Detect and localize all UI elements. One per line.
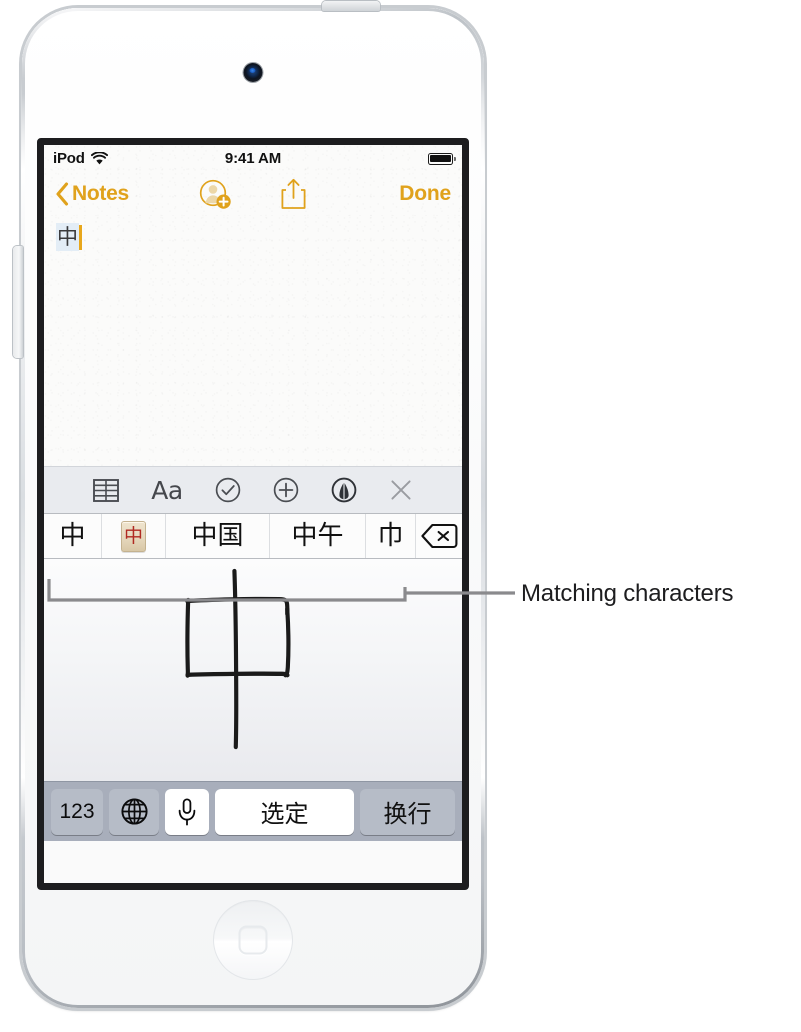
device-edge-highlight-right (481, 78, 485, 838)
notes-toolbar: Aa (44, 466, 462, 513)
return-key[interactable]: 换行 (360, 788, 455, 835)
power-button[interactable] (322, 1, 380, 11)
status-carrier-label: iPod (53, 150, 85, 167)
ipod-touch-device: iPod 9:41 AM Notes Done 中 Aa 中 中 中国 中午 巾… (13, 1, 485, 1008)
chevron-left-icon (56, 182, 69, 206)
checklist-icon[interactable] (215, 477, 241, 503)
dictation-key[interactable] (165, 788, 209, 835)
screenshot-root: iPod 9:41 AM Notes Done 中 Aa 中 中 中国 中午 巾… (0, 0, 801, 1032)
volume-button[interactable] (13, 246, 23, 358)
markup-pen-icon[interactable] (331, 477, 357, 503)
add-attachment-icon[interactable] (273, 477, 299, 503)
note-text: 中 (56, 223, 79, 252)
callout-leader-line (47, 579, 515, 602)
candidate-bar: 中 中 中国 中午 巾 (44, 513, 462, 559)
text-caret (79, 224, 82, 250)
add-person-icon[interactable] (199, 179, 232, 210)
mahjong-tile-icon: 中 (121, 520, 146, 552)
status-bar: iPod 9:41 AM (44, 145, 462, 172)
home-square-icon (238, 925, 268, 955)
wifi-icon (90, 152, 108, 165)
keyboard-bottom-row: 123 选定 换行 (44, 781, 462, 841)
close-icon[interactable] (389, 478, 413, 502)
device-edge-highlight-left (21, 78, 25, 838)
candidate-item[interactable]: 中 (102, 514, 166, 558)
globe-key[interactable] (109, 788, 159, 835)
back-label: Notes (72, 182, 129, 205)
numbers-key[interactable]: 123 (51, 788, 103, 835)
candidate-item[interactable]: 中 (44, 514, 102, 558)
home-button[interactable] (213, 900, 293, 980)
candidate-item[interactable]: 中国 (166, 514, 270, 558)
share-icon[interactable] (280, 178, 307, 210)
battery-full-icon (428, 152, 456, 165)
backspace-delete-icon[interactable] (416, 514, 462, 558)
candidate-item[interactable]: 巾 (366, 514, 416, 558)
navigation-bar: Notes Done (44, 172, 462, 216)
done-button[interactable]: Done (399, 182, 451, 206)
microphone-icon (178, 797, 196, 825)
globe-icon (120, 798, 148, 825)
table-icon[interactable] (93, 478, 120, 502)
front-camera-icon (243, 63, 263, 82)
format-text-icon[interactable]: Aa (151, 476, 183, 505)
candidate-item[interactable]: 中午 (270, 514, 366, 558)
back-to-notes-button[interactable]: Notes (55, 182, 129, 206)
select-key[interactable]: 选定 (215, 788, 354, 835)
note-text-area[interactable]: 中 (44, 216, 462, 466)
callout-label: Matching characters (521, 580, 734, 607)
device-screen: iPod 9:41 AM Notes Done 中 Aa 中 中 中国 中午 巾… (37, 138, 469, 890)
